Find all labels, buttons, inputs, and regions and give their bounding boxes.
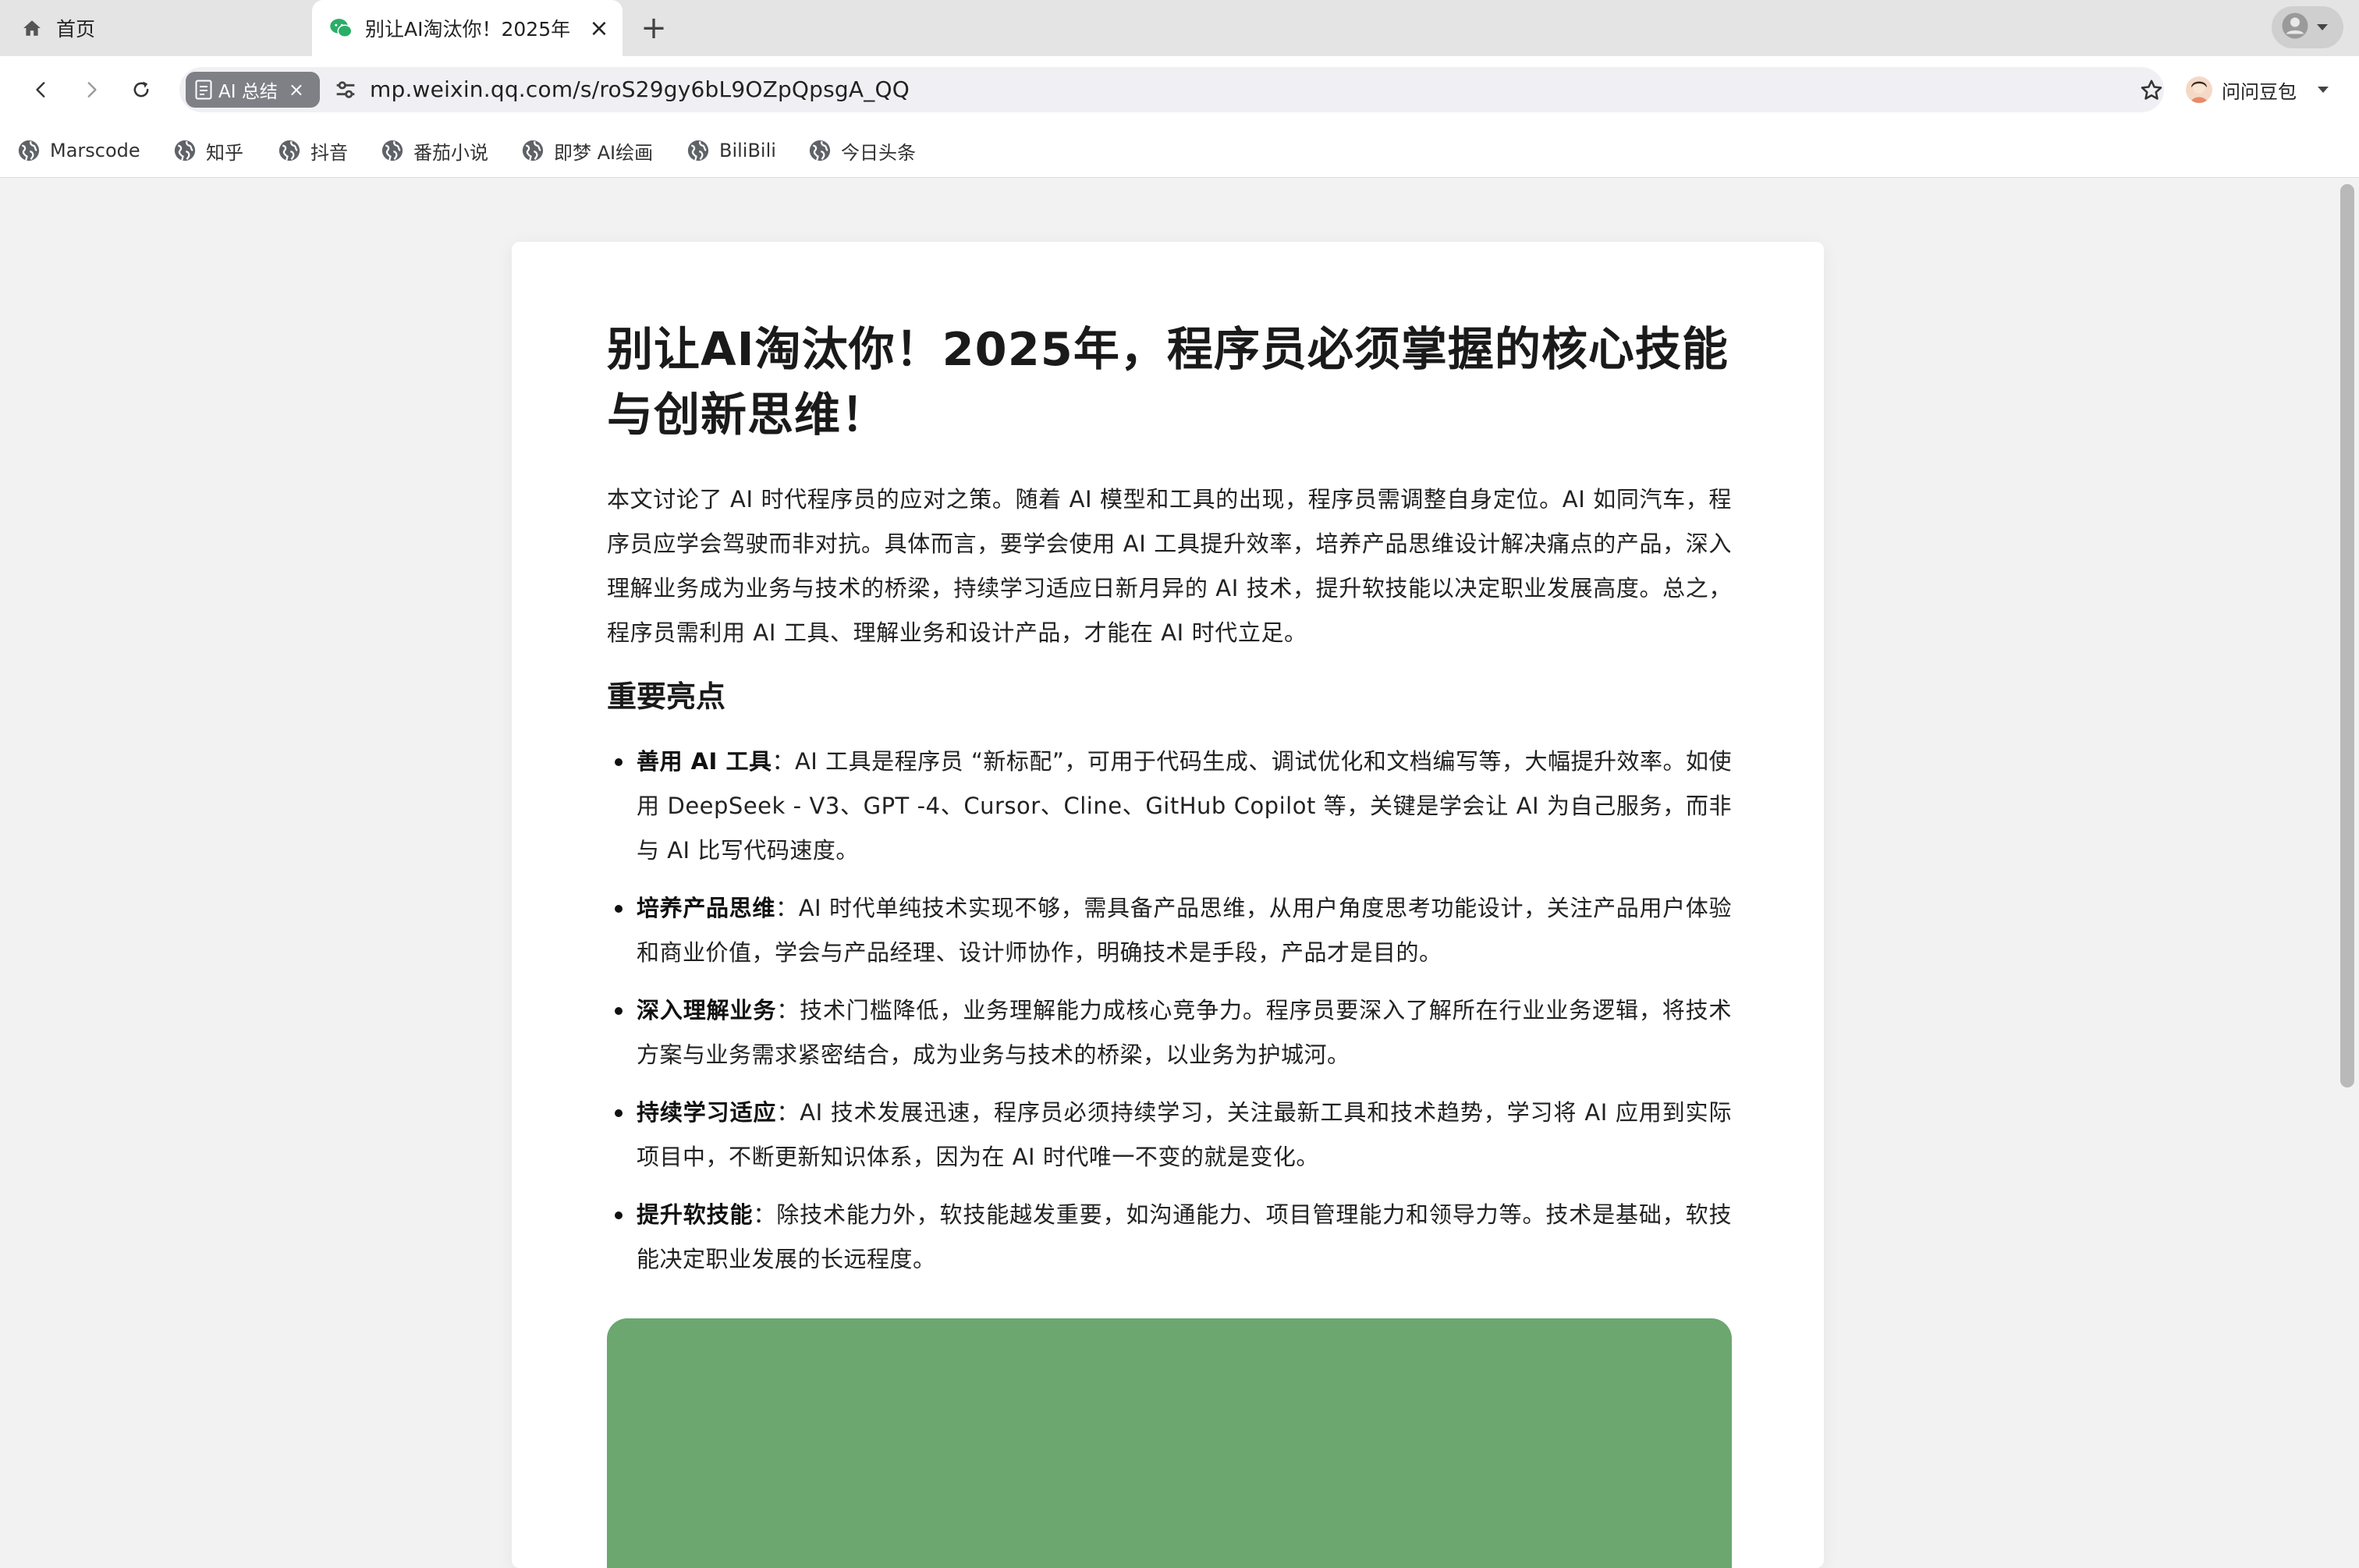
tab-home[interactable]: 首页 [0, 0, 312, 56]
tab-home-label: 首页 [56, 18, 96, 41]
address-bar[interactable]: AI 总结 × mp.weixin.qq.com/s/roS29gy6bL9OZ… [179, 67, 2164, 112]
bookmark-douyin[interactable]: 抖音 [278, 137, 348, 164]
bookmark-fanqie[interactable]: 番茄小说 [381, 137, 488, 164]
site-settings-icon[interactable] [332, 76, 359, 103]
document-icon [195, 80, 212, 100]
bookmark-jimeng[interactable]: 即梦 AI绘画 [521, 137, 653, 164]
bookmark-marscode[interactable]: Marscode [17, 137, 140, 164]
highlight-item: 培养产品思维：AI 时代单纯技术实现不够，需具备产品思维，从用户角度思考功能设计… [607, 886, 1732, 975]
bookmark-label: 番茄小说 [413, 141, 488, 164]
summary-card: 别让AI淘汰你！2025年，程序员必须掌握的核心技能与创新思维！ 本文讨论了 A… [512, 242, 1824, 1568]
bookmark-label: 抖音 [310, 141, 348, 164]
bookmark-toutiao[interactable]: 今日头条 [808, 137, 916, 164]
bookmark-label: 今日头条 [841, 141, 916, 164]
highlights-list: 善用 AI 工具：AI 工具是程序员 “新标配”，可用于代码生成、调试优化和文档… [607, 740, 1732, 1295]
globe-icon [809, 140, 831, 161]
tab-article-title: 别让AI淘汰你！2025年 [365, 18, 571, 41]
highlights-heading: 重要亮点 [607, 679, 726, 714]
profile-avatar-icon [2281, 12, 2309, 43]
url-text[interactable]: mp.weixin.qq.com/s/roS29gy6bL9OZpQpsgA_Q… [370, 67, 910, 112]
highlight-term: 提升软技能 [637, 1201, 754, 1228]
article-title: 别让AI淘汰你！2025年，程序员必须掌握的核心技能与创新思维！ [607, 322, 1729, 442]
bookmark-bilibili[interactable]: BiliBili [686, 137, 776, 164]
bookmark-star-icon[interactable] [2139, 78, 2164, 103]
article-cover-image [607, 1318, 1732, 1568]
browser-profile-button[interactable] [2272, 6, 2343, 48]
tab-close-button[interactable]: × [582, 11, 616, 45]
wechat-icon [329, 16, 353, 40]
chevron-down-icon [2317, 86, 2329, 94]
highlight-text: ：技术门槛降低，业务理解能力成核心竞争力。程序员要深入了解所在行业业务逻辑，将技… [637, 997, 1732, 1068]
bookmark-label: BiliBili [719, 140, 776, 161]
back-arrow-icon [36, 82, 45, 98]
reload-button[interactable] [123, 72, 159, 108]
ask-doubao-button[interactable]: 问问豆包 [2186, 73, 2329, 106]
globe-icon [381, 140, 403, 161]
scrollbar-thumb[interactable] [2340, 184, 2354, 1087]
new-tab-button[interactable]: + [637, 10, 671, 46]
ask-doubao-label: 问问豆包 [2222, 80, 2297, 103]
tab-strip: 首页 别让AI淘汰你！2025年 × + [0, 0, 2359, 56]
highlight-term: 持续学习适应 [637, 1099, 777, 1126]
bookmark-label: 知乎 [206, 141, 243, 164]
chevron-down-icon [2315, 20, 2329, 35]
highlight-term: 培养产品思维 [637, 895, 776, 921]
highlight-text: ：AI 技术发展迅速，程序员必须持续学习，关注最新工具和技术趋势，学习将 AI … [637, 1099, 1732, 1170]
globe-icon [174, 140, 196, 161]
forward-button[interactable] [73, 72, 109, 108]
browser-toolbar: AI 总结 × mp.weixin.qq.com/s/roS29gy6bL9OZ… [0, 56, 2359, 123]
reload-icon [133, 81, 149, 98]
highlight-item: 善用 AI 工具：AI 工具是程序员 “新标配”，可用于代码生成、调试优化和文档… [607, 740, 1732, 873]
bookmark-zhihu[interactable]: 知乎 [173, 137, 243, 164]
highlight-text: ：除技术能力外，软技能越发重要，如沟通能力、项目管理能力和领导力等。技术是基础，… [637, 1201, 1732, 1272]
globe-icon [522, 140, 544, 161]
article-summary: 本文讨论了 AI 时代程序员的应对之策。随着 AI 模型和工具的出现，程序员需调… [607, 486, 1732, 646]
highlight-item: 持续学习适应：AI 技术发展迅速，程序员必须持续学习，关注最新工具和技术趋势，学… [607, 1091, 1732, 1180]
bookmarks-bar: Marscode 知乎 抖音 番茄小说 即梦 AI绘画 BiliBili 今日头… [0, 123, 2359, 178]
globe-icon [278, 140, 300, 161]
forward-arrow-icon [87, 82, 97, 98]
back-button[interactable] [23, 72, 59, 108]
highlight-text: ：AI 时代单纯技术实现不够，需具备产品思维，从用户角度思考功能设计，关注产品用… [637, 895, 1732, 966]
page-viewport: 别让AI淘汰你！2025年，程序员必须掌握的核心技能与创新思维！ 本文讨论了 A… [0, 178, 2359, 1568]
ai-summary-label: AI 总结 [218, 82, 278, 102]
highlight-text: ：AI 工具是程序员 “新标配”，可用于代码生成、调试优化和文档编写等，大幅提升… [637, 748, 1732, 864]
highlight-item: 提升软技能：除技术能力外，软技能越发重要，如沟通能力、项目管理能力和领导力等。技… [607, 1193, 1732, 1282]
highlight-term: 善用 AI 工具 [637, 748, 772, 775]
ai-summary-chip[interactable]: AI 总结 × [186, 72, 320, 108]
highlight-item: 深入理解业务：技术门槛降低，业务理解能力成核心竞争力。程序员要深入了解所在行业业… [607, 988, 1732, 1077]
bookmark-label: Marscode [50, 140, 140, 161]
home-icon [20, 16, 44, 40]
tab-article[interactable]: 别让AI淘汰你！2025年 × [312, 0, 623, 56]
highlight-term: 深入理解业务 [637, 997, 777, 1023]
globe-icon [18, 140, 40, 161]
ai-summary-close-icon[interactable]: × [289, 79, 304, 101]
globe-icon [687, 140, 709, 161]
doubao-avatar-icon [2186, 76, 2212, 103]
bookmark-label: 即梦 AI绘画 [554, 141, 654, 164]
